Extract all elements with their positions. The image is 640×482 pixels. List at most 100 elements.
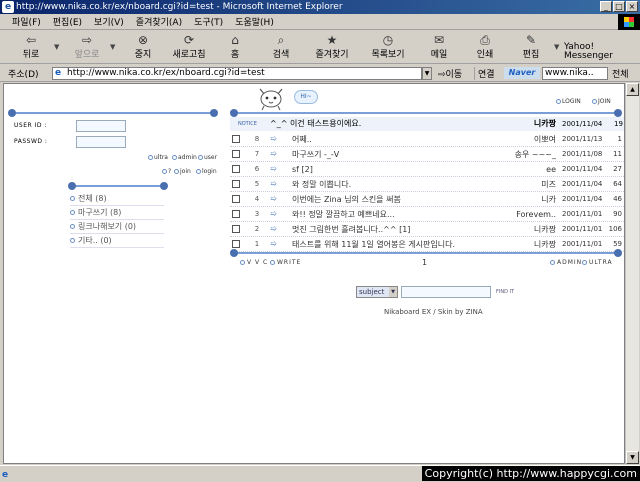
help-link[interactable]: ?: [162, 168, 171, 175]
post-subject[interactable]: 태스트를 위해 11월 1일 열어봉은 게시판입니다.: [292, 237, 532, 252]
menu-bar: 파일(F) 편집(E) 보기(V) 즐겨찾기(A) 도구(T) 도움말(H): [0, 14, 640, 30]
forward-arrow-icon: ⇨: [81, 33, 93, 47]
all-button[interactable]: 전체: [608, 67, 629, 80]
menu-favorites[interactable]: 즐겨찾기(A): [136, 15, 182, 28]
history-button[interactable]: ◷ 목록보기: [360, 31, 416, 61]
userid-input[interactable]: [76, 120, 126, 132]
post-subject[interactable]: 어쩨..: [292, 132, 532, 147]
back-dropdown[interactable]: ▼: [54, 31, 64, 51]
back-button[interactable]: ⇦ 뒤로: [8, 31, 54, 61]
post-number: 5: [254, 180, 260, 188]
address-dropdown[interactable]: ▼: [422, 66, 432, 80]
row-checkbox[interactable]: [232, 225, 240, 233]
write-link[interactable]: WRITE: [270, 259, 301, 266]
home-button[interactable]: ⌂ 홈: [212, 31, 258, 61]
circle-bullet-icon: [70, 224, 75, 229]
ultra-footer-link[interactable]: ULTRA: [582, 259, 613, 266]
stop-button[interactable]: ⊗ 중지: [120, 31, 166, 61]
vvc-link[interactable]: V V C: [240, 259, 268, 266]
edit-button[interactable]: ✎ 편집: [508, 31, 554, 61]
close-button[interactable]: ×: [626, 1, 638, 12]
top-join-link[interactable]: JOIN: [592, 98, 611, 105]
address-input[interactable]: http://www.nika.co.kr/ex/nboard.cgi?id=t…: [52, 66, 422, 80]
post-hits: 1: [617, 135, 622, 143]
menu-edit[interactable]: 편집(E): [53, 15, 82, 28]
category-list: 전체 (8) 마구쓰기 (8) 링크나해보기 (0) 기타.. (0): [70, 192, 164, 248]
scroll-down-icon[interactable]: ▼: [626, 451, 639, 464]
notice-subject[interactable]: ^_^ 이건 태스트용이에요.: [270, 117, 361, 131]
post-subject[interactable]: 와!! 정말 깔끔하고 예쁘네요...: [292, 207, 532, 222]
home-label: 홈: [230, 50, 240, 60]
post-hits: 106: [608, 225, 622, 233]
copyright-text: Copyright(c) http://www.happycgi.com: [421, 466, 640, 481]
find-it-button[interactable]: FIND IT: [494, 286, 514, 298]
category-label: 링크나해보기 (0): [78, 222, 137, 231]
ultra-link[interactable]: ultra: [148, 154, 168, 161]
naver-search-input[interactable]: www.nika..: [542, 66, 608, 80]
row-checkbox[interactable]: [232, 150, 240, 158]
row-checkbox[interactable]: [232, 210, 240, 218]
refresh-button[interactable]: ⟳ 새로고침: [166, 31, 212, 61]
category-item-etc[interactable]: 기타.. (0): [70, 234, 164, 248]
menu-view[interactable]: 보기(V): [94, 15, 124, 28]
login-link[interactable]: login: [196, 168, 217, 175]
forward-dropdown[interactable]: ▼: [110, 31, 120, 51]
admin-footer-link[interactable]: ADMIN: [550, 259, 582, 266]
menu-tools[interactable]: 도구(T): [194, 15, 223, 28]
category-item-free[interactable]: 마구쓰기 (8): [70, 206, 164, 220]
favorites-button[interactable]: ★ 즐겨찾기: [304, 31, 360, 61]
address-label: 주소(D): [8, 69, 39, 80]
notice-row[interactable]: NOTICE ^_^ 이건 태스트용이에요. 니카짱 2001/11/04 19: [230, 117, 624, 131]
search-input[interactable]: [401, 286, 491, 298]
post-subject[interactable]: 와 정말 이쁩니다.: [292, 177, 532, 192]
print-button[interactable]: ⎙ 인쇄: [462, 31, 508, 61]
admin-link[interactable]: admin: [172, 154, 197, 161]
page-number[interactable]: 1: [422, 258, 427, 267]
row-checkbox[interactable]: [232, 180, 240, 188]
circle-bullet-icon: [148, 155, 153, 160]
vvc-label: V V C: [247, 259, 269, 266]
yahoo-messenger-button[interactable]: Yahoo! Messenger: [564, 31, 640, 61]
passwd-input[interactable]: [76, 136, 126, 148]
join-link[interactable]: join: [174, 168, 191, 175]
post-subject[interactable]: 멋진 그림한번 흘려봅니다..^^ [1]: [292, 222, 532, 237]
go-button[interactable]: ⇨이동: [432, 67, 474, 80]
table-row: 1 ➯ 태스트를 위해 11월 1일 열어봉은 게시판입니다. 니카짱 2001/11/…: [230, 237, 624, 252]
circle-bullet-icon: [582, 260, 587, 265]
links-button[interactable]: 연결: [474, 66, 504, 80]
post-subject[interactable]: 이번에는 Zina 님의 스킨을 써봄: [292, 192, 532, 207]
go-label: 이동: [445, 69, 463, 80]
post-date: 2001/11/01: [562, 210, 603, 218]
category-item-all[interactable]: 전체 (8): [70, 192, 164, 206]
user-link[interactable]: user: [198, 154, 217, 161]
title-bar: e http://www.nika.co.kr/ex/nboard.cgi?id…: [0, 0, 640, 14]
vertical-scrollbar[interactable]: ▲ ▼: [625, 83, 639, 464]
post-subject[interactable]: 마구쓰기 -_-V: [292, 147, 532, 162]
scroll-up-icon[interactable]: ▲: [626, 83, 639, 96]
top-login-link[interactable]: LOGIN: [556, 98, 581, 105]
menu-file[interactable]: 파일(F): [12, 15, 41, 28]
edit-dropdown[interactable]: ▼: [554, 31, 564, 51]
category-item-link[interactable]: 링크나해보기 (0): [70, 220, 164, 234]
minimize-button[interactable]: _: [600, 1, 612, 12]
notice-author: 니카짱: [533, 119, 556, 128]
mail-button[interactable]: ✉ 메일: [416, 31, 462, 61]
back-arrow-icon: ⇦: [25, 33, 37, 47]
maximize-button[interactable]: □: [613, 1, 625, 12]
row-checkbox[interactable]: [232, 165, 240, 173]
row-checkbox[interactable]: [232, 195, 240, 203]
forward-button[interactable]: ⇨ 앞으로: [64, 31, 110, 61]
row-checkbox[interactable]: [232, 240, 240, 248]
post-date: 2001/11/04: [562, 180, 603, 188]
refresh-label: 새로고침: [172, 50, 206, 60]
search-button[interactable]: ⌕ 검색: [258, 31, 304, 61]
ie-logo-icon: e: [2, 1, 14, 13]
post-icon: ➯: [270, 134, 277, 143]
menu-help[interactable]: 도움말(H): [235, 15, 274, 28]
post-author: 니카짱: [533, 240, 556, 249]
post-author: 이뽀여: [533, 135, 556, 144]
search-field-select[interactable]: subject ▼: [356, 286, 398, 298]
window-controls: _ □ ×: [600, 1, 638, 12]
row-checkbox[interactable]: [232, 135, 240, 143]
post-subject[interactable]: sf [2]: [292, 162, 532, 177]
